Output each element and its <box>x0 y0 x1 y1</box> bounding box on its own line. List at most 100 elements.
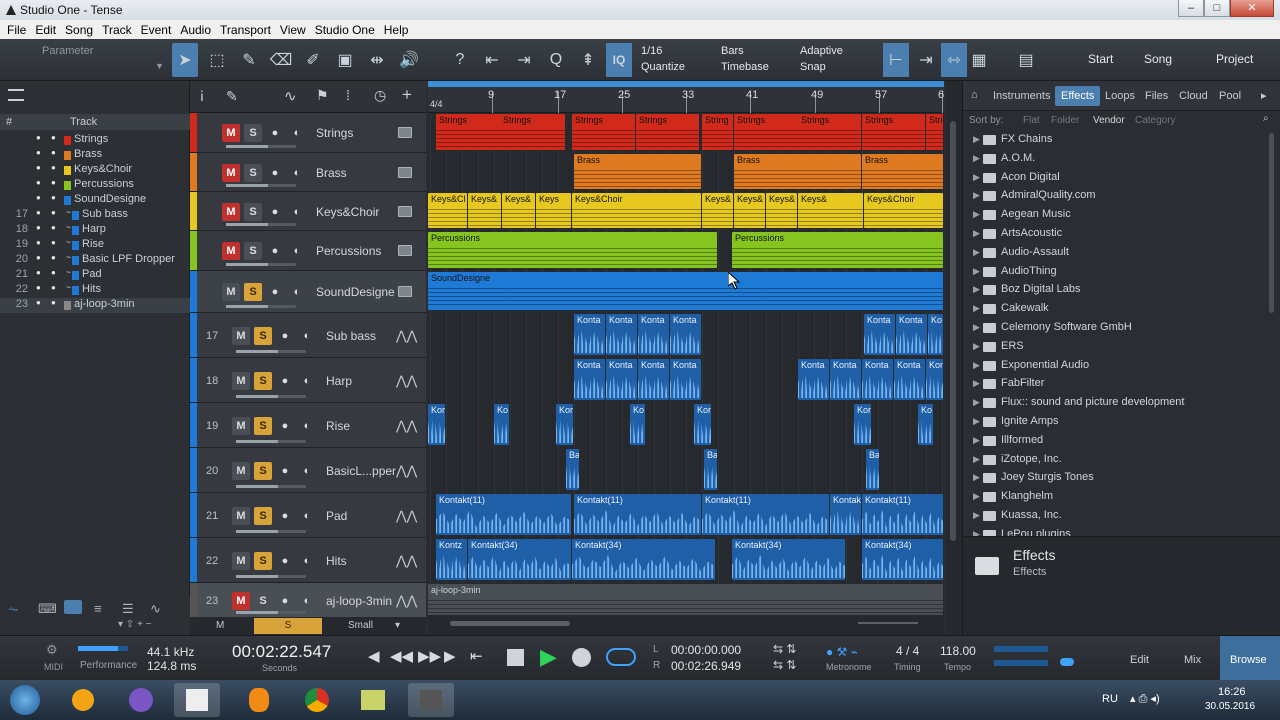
browser-forward-icon[interactable]: ▸ <box>1261 89 1267 102</box>
clip[interactable]: Konta <box>638 359 669 400</box>
quantize-value[interactable]: 1/16 <box>641 45 662 57</box>
notes-icon[interactable] <box>350 683 396 717</box>
settings-icon[interactable]: ☰ <box>122 601 134 617</box>
song-button[interactable]: Song <box>1144 52 1172 66</box>
clip[interactable]: Keys& <box>734 193 765 228</box>
vendor-folder[interactable]: ▶ FabFilter <box>963 375 1263 394</box>
record-arm-icon[interactable]: ● <box>276 372 294 390</box>
volume-slider[interactable] <box>226 305 296 308</box>
timer-icon[interactable]: ◷ <box>374 87 386 104</box>
tracklist-row[interactable]: ● ● ~ Percussions <box>0 178 190 193</box>
solo-button[interactable]: S <box>254 552 272 570</box>
clip[interactable]: Kontakt(34) <box>862 539 943 580</box>
mix-view-button[interactable]: Mix <box>1184 654 1201 666</box>
mute-button[interactable]: M <box>222 283 240 301</box>
tracklist-row[interactable]: 23 ● ● ~ aj-loop-3min <box>0 298 190 313</box>
tracklist-row[interactable]: ● ● ~ Keys&Choir <box>0 163 190 178</box>
clip[interactable]: Keys& <box>766 193 797 228</box>
record-arm-icon[interactable]: ● <box>276 552 294 570</box>
expand-arrow-icon[interactable]: ▶ <box>973 322 980 333</box>
track-name[interactable]: SoundDesigne <box>316 285 395 299</box>
monitor-icon[interactable]: ◐ <box>288 203 306 221</box>
volume-slider[interactable] <box>226 184 296 187</box>
snap-value[interactable]: Adaptive <box>800 45 843 57</box>
track-header[interactable]: 22 M S ● ◐ Hits ⋀⋀ <box>190 538 426 583</box>
record-arm-icon[interactable]: ● <box>276 507 294 525</box>
clip[interactable]: Keys&Choir <box>864 193 943 228</box>
loop-right-time[interactable]: 00:02:26.949 <box>671 659 741 673</box>
vendor-folder[interactable]: ▶ ArtsAcoustic <box>963 225 1263 244</box>
small-controls[interactable]: ▾ ⇧ + − <box>118 619 151 630</box>
clip[interactable]: Ko <box>494 404 509 445</box>
clip[interactable]: Kontakt(11) <box>436 494 571 535</box>
clip[interactable]: Kontakt(34) <box>468 539 571 580</box>
vendor-folder[interactable]: ▶ AdmiralQuality.com <box>963 187 1263 206</box>
clip[interactable]: Kor <box>428 404 445 445</box>
solo-button[interactable]: S <box>254 462 272 480</box>
record-arm-icon[interactable]: ● <box>266 124 284 142</box>
punch-icon[interactable]: ⇆ ⇅ <box>773 642 796 656</box>
clip[interactable]: Strings <box>436 114 501 150</box>
clip[interactable]: Brass <box>734 154 861 189</box>
sort-category[interactable]: Category <box>1135 115 1176 126</box>
clip[interactable]: String <box>702 114 733 150</box>
monitor-icon[interactable]: ◐ <box>298 462 316 480</box>
clip[interactable]: Strings <box>636 114 699 150</box>
tray-icons[interactable]: ▴ ⎙ ◂) <box>1130 692 1160 706</box>
clip[interactable]: Konta <box>862 359 893 400</box>
expand-arrow-icon[interactable]: ▶ <box>973 209 980 220</box>
clip[interactable]: Kor <box>854 404 871 445</box>
loop-start-icon[interactable]: ⇤ <box>470 647 483 665</box>
keyboard-icon[interactable]: ⌨ <box>38 601 57 617</box>
track-name[interactable]: aj-loop-3min <box>326 594 392 608</box>
expand-arrow-icon[interactable]: ▶ <box>973 134 980 145</box>
instrument-wave-icon[interactable]: ⋀⋀ <box>396 418 417 434</box>
menu-edit[interactable]: Edit <box>35 23 56 37</box>
tab-pool[interactable]: Pool <box>1219 90 1241 102</box>
studio-one-taskbar-icon[interactable] <box>174 683 220 717</box>
track-name[interactable]: BasicL...pper <box>326 464 396 478</box>
clip[interactable]: Strings <box>926 114 943 150</box>
track-header[interactable]: 21 M S ● ◐ Pad ⋀⋀ <box>190 493 426 538</box>
vendor-folder[interactable]: ▶ ERS <box>963 338 1263 357</box>
clip[interactable]: Konta <box>638 314 669 355</box>
track-size-dropdown-icon[interactable]: ▾ <box>395 620 400 631</box>
volume-slider[interactable] <box>236 530 306 533</box>
monitor-icon[interactable]: ◐ <box>288 124 306 142</box>
instrument-wave-icon[interactable]: ⋀⋀ <box>396 508 417 524</box>
instrument-wave-icon[interactable]: ⋀⋀ <box>396 593 417 609</box>
tab-loops[interactable]: Loops <box>1105 90 1135 102</box>
vendor-folder[interactable]: ▶ Flux:: sound and picture development <box>963 394 1263 413</box>
listen-tool-icon[interactable]: 🔊 <box>396 43 422 77</box>
clip[interactable]: Brass <box>862 154 943 189</box>
mute-tool-icon[interactable]: ▣ <box>332 43 358 77</box>
track-header[interactable]: 20 M S ● ◐ BasicL...pper ⋀⋀ <box>190 448 426 493</box>
track-header[interactable]: M S ● ◐ Keys&Choir <box>190 192 426 231</box>
track-name[interactable]: Harp <box>326 374 352 388</box>
expand-arrow-icon[interactable]: ▶ <box>973 360 980 371</box>
global-solo[interactable]: S <box>254 618 322 634</box>
browse-view-button[interactable]: Browse <box>1230 654 1267 666</box>
vendor-folder[interactable]: ▶ Boz Digital Labs <box>963 281 1263 300</box>
volume-slider[interactable] <box>236 350 306 353</box>
list-view-icon[interactable]: ≡ <box>94 601 102 616</box>
clip[interactable]: Konta <box>606 359 637 400</box>
vendor-folder[interactable]: ▶ Aegean Music <box>963 206 1263 225</box>
menu-transport[interactable]: Transport <box>220 23 271 37</box>
timebase-value[interactable]: Bars <box>721 45 744 57</box>
solo-button[interactable]: S <box>244 124 262 142</box>
snap-mode-icon[interactable]: ⊢ <box>883 43 909 77</box>
ripple-icon[interactable]: ⇿ <box>941 43 967 77</box>
clip[interactable]: Konta <box>574 359 605 400</box>
tracklist-row[interactable]: 21 ● ● ~ Pad <box>0 268 190 283</box>
solo-button[interactable]: S <box>254 417 272 435</box>
browser-scrollbar[interactable] <box>1269 133 1274 313</box>
monitor-icon[interactable]: ◐ <box>298 417 316 435</box>
arrangement-view[interactable]: 4/4 9 17 25 33 41 49 57 65 Strings Strings String… <box>428 81 944 635</box>
automation-icon[interactable]: ⏦ <box>8 601 19 617</box>
expand-arrow-icon[interactable]: ▶ <box>973 472 980 483</box>
tempo-icon[interactable]: ⇞ <box>575 43 601 77</box>
chrome-icon[interactable] <box>294 683 340 717</box>
clip[interactable]: Keys& <box>468 193 501 228</box>
menu-event[interactable]: Event <box>141 23 172 37</box>
